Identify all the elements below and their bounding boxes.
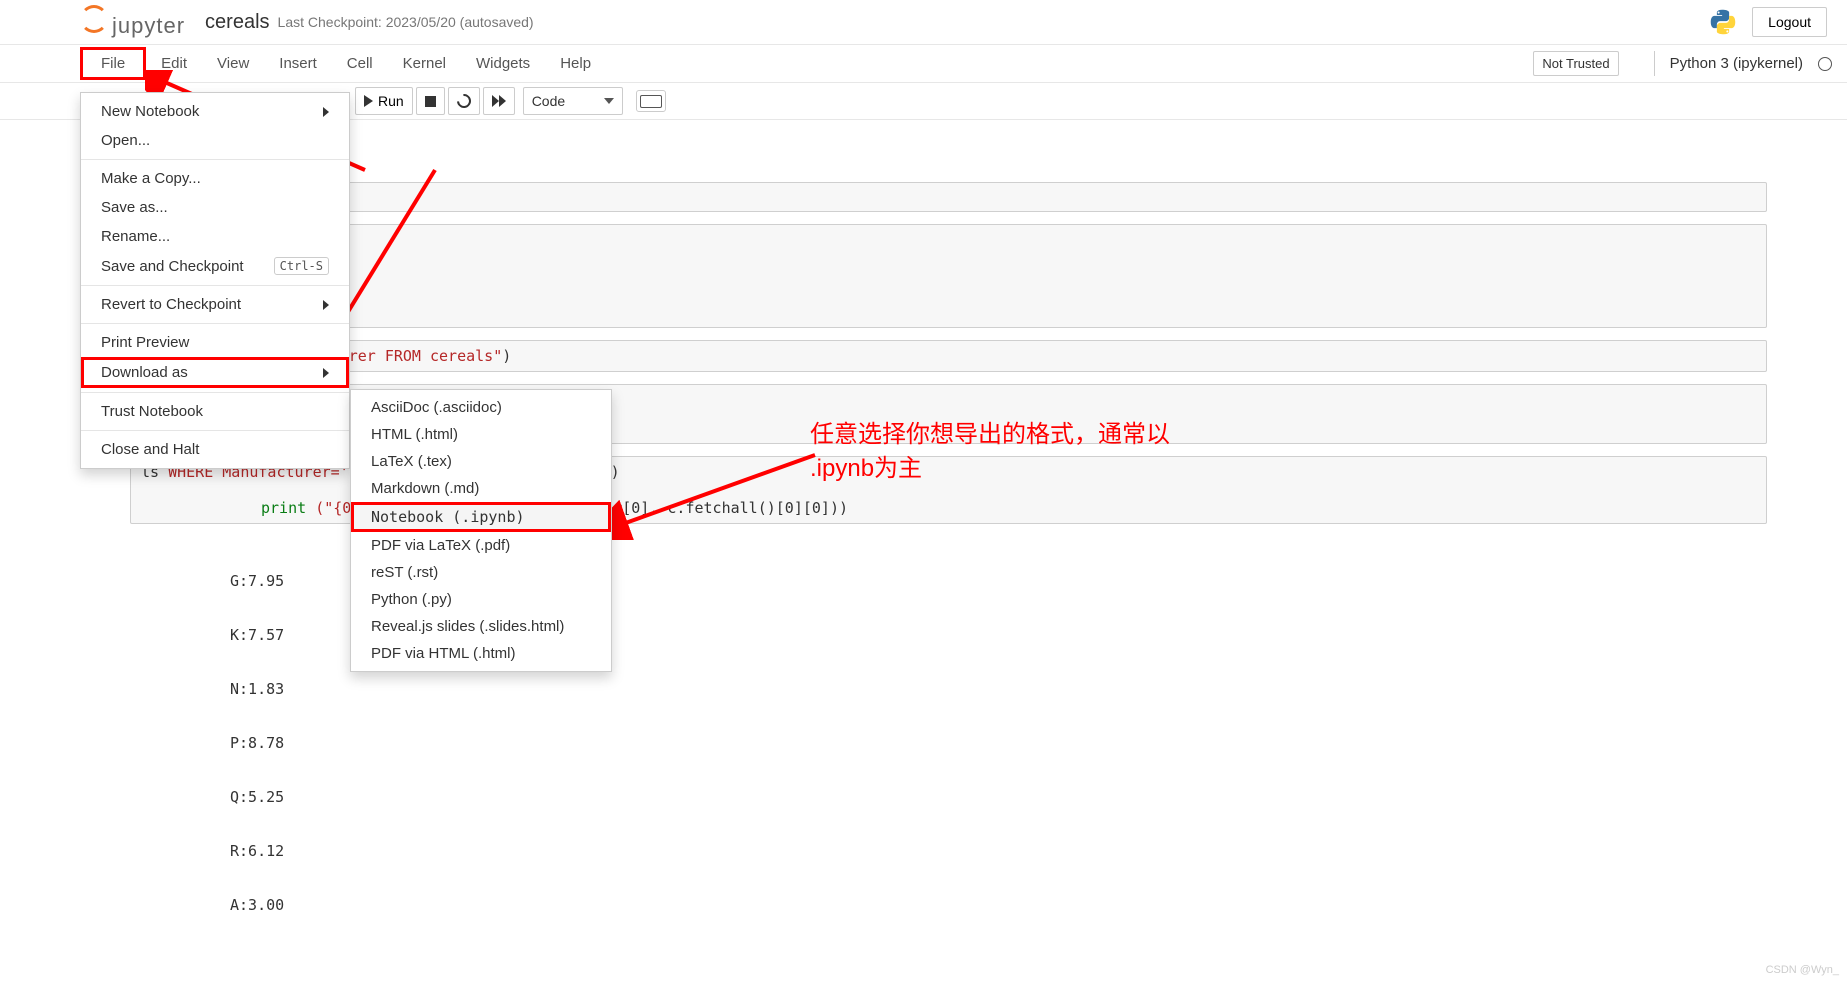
sm-notebook-ipynb[interactable]: Notebook (.ipynb): [351, 502, 611, 532]
sm-asciidoc[interactable]: AsciiDoc (.asciidoc): [351, 394, 611, 421]
download-submenu: AsciiDoc (.asciidoc) HTML (.html) LaTeX …: [350, 389, 612, 672]
sm-revealjs[interactable]: Reveal.js slides (.slides.html): [351, 613, 611, 640]
dd-make-copy[interactable]: Make a Copy...: [81, 164, 349, 193]
sm-python[interactable]: Python (.py): [351, 586, 611, 613]
fast-forward-icon: [492, 95, 506, 107]
kbd-shortcut: Ctrl-S: [274, 257, 329, 275]
cell-type-value: Code: [532, 93, 565, 109]
jupyter-logo: jupyter: [80, 5, 185, 39]
sm-latex[interactable]: LaTeX (.tex): [351, 448, 611, 475]
kernel-indicator-area: Not Trusted Python 3 (ipykernel): [1533, 51, 1847, 76]
command-palette-button[interactable]: [636, 90, 666, 112]
checkpoint-text: Last Checkpoint: 2023/05/20 (autosaved): [278, 14, 534, 30]
chevron-down-icon: [604, 98, 614, 104]
menu-file[interactable]: File: [80, 47, 146, 80]
restart-icon: [454, 91, 474, 111]
logout-button[interactable]: Logout: [1752, 7, 1827, 37]
annotation-text: 任意选择你想导出的格式，通常以 .ipynb为主: [810, 418, 1170, 485]
dd-download-as[interactable]: Download as: [81, 357, 349, 388]
brand-text: jupyter: [112, 13, 185, 39]
trust-badge[interactable]: Not Trusted: [1533, 51, 1618, 76]
menu-widgets[interactable]: Widgets: [461, 47, 545, 80]
dd-open[interactable]: Open...: [81, 126, 349, 155]
chevron-right-icon: [323, 300, 329, 310]
watermark: CSDN @Wyn_: [1766, 964, 1839, 976]
kernel-name[interactable]: Python 3 (ipykernel): [1654, 51, 1813, 76]
code-text: ): [502, 347, 511, 365]
dd-new-notebook[interactable]: New Notebook: [81, 97, 349, 126]
dd-trust-notebook[interactable]: Trust Notebook: [81, 397, 349, 426]
sm-pdf-html[interactable]: PDF via HTML (.html): [351, 640, 611, 667]
dd-save-checkpoint[interactable]: Save and CheckpointCtrl-S: [81, 251, 349, 281]
header-bar: jupyter cereals Last Checkpoint: 2023/05…: [0, 0, 1847, 45]
notebook-name[interactable]: cereals: [205, 11, 269, 34]
dd-save-as[interactable]: Save as...: [81, 193, 349, 222]
dd-revert-checkpoint[interactable]: Revert to Checkpoint: [81, 290, 349, 319]
python-icon: [1709, 8, 1737, 36]
menu-help[interactable]: Help: [545, 47, 606, 80]
chevron-right-icon: [323, 368, 329, 378]
menu-kernel[interactable]: Kernel: [388, 47, 461, 80]
kernel-status-icon: [1818, 57, 1832, 71]
sm-pdf-latex[interactable]: PDF via LaTeX (.pdf): [351, 532, 611, 559]
restart-run-button[interactable]: [483, 87, 515, 115]
dd-rename[interactable]: Rename...: [81, 222, 349, 251]
interrupt-button[interactable]: [416, 87, 445, 115]
sm-html[interactable]: HTML (.html): [351, 421, 611, 448]
annotation-arrow-3: [605, 450, 825, 540]
file-dropdown: New Notebook Open... Make a Copy... Save…: [80, 92, 350, 469]
logo-swirl-icon: [80, 5, 108, 33]
dd-print-preview[interactable]: Print Preview: [81, 328, 349, 357]
sm-rest[interactable]: reST (.rst): [351, 559, 611, 586]
cell-type-select[interactable]: Code: [523, 87, 623, 115]
chevron-right-icon: [323, 107, 329, 117]
dd-close-halt[interactable]: Close and Halt: [81, 435, 349, 464]
sm-markdown[interactable]: Markdown (.md): [351, 475, 611, 502]
stop-icon: [425, 96, 436, 107]
restart-button[interactable]: [448, 87, 480, 115]
run-label: Run: [378, 93, 404, 109]
